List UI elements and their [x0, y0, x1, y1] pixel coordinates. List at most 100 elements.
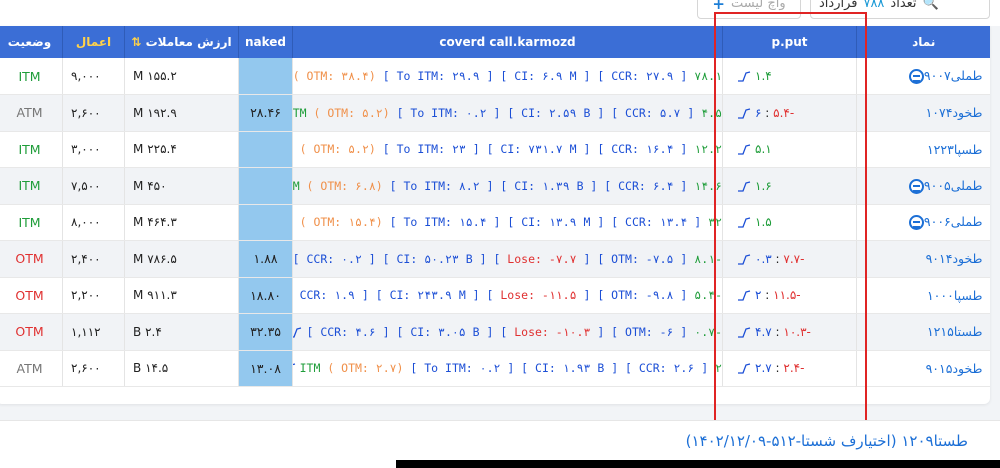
pput-cell: ۱.۴	[722, 58, 857, 95]
pput-cell: -۱۰.۳ : ۴.۷	[722, 313, 857, 351]
header-pput[interactable]: p.put	[722, 26, 857, 58]
pput-secondary: ۴.۷	[755, 324, 772, 339]
symbol-cell[interactable]: طملی۹۰۰۶	[856, 204, 990, 241]
plus-icon: +	[712, 0, 725, 13]
database-add-icon[interactable]	[908, 69, 924, 84]
covered-call-segment: OTM: ۳۸.۴	[306, 69, 369, 83]
mini-chart-icon[interactable]	[293, 363, 296, 374]
covered-call-cell: ۱۲.۲ ITM ( OTM: ۵.۲) [ To ITM: ۲۳ ] [ CI…	[292, 131, 723, 168]
table-row[interactable]: طسپا۱۲۲۳ ۵.۱ ۱۲.۲ ITM ( OTM: ۵.۲) [ To ITM…	[0, 131, 990, 168]
symbol-cell[interactable]: طسپا۱۰۰۰	[856, 277, 990, 314]
trade-value-cell: ۴۶۴.۳ M	[124, 204, 239, 241]
covered-call-segment: [ OTM: -۹.۸ ] [	[576, 288, 688, 303]
symbol-text[interactable]: طخود۹۰۱۵	[926, 361, 983, 376]
naked-cell	[238, 58, 293, 95]
pput-cell: -۲.۴ : ۲.۷	[722, 350, 857, 387]
symbol-text[interactable]: طسپا۱۰۰۰	[927, 288, 983, 303]
table-row[interactable]: طملی۹۰۰۶ ۱.۵ ۳۲ ITM ( OTM: ۱۵.۴) [ To ITM:…	[0, 204, 990, 241]
options-table: نماد p.put coverd call.karmozd naked ارز…	[0, 26, 990, 387]
contracts-label: قرارداد	[819, 0, 858, 11]
trade-value-cell: ۷۸۶.۵ M	[124, 240, 239, 278]
covered-call-segment: ( OTM: ۵.۲)	[292, 142, 383, 157]
symbol-cell[interactable]: طخود۱۰۷۴	[856, 94, 990, 132]
naked-cell: ۲۸.۴۶	[238, 94, 293, 132]
pput-cell: ۵.۱	[722, 131, 857, 168]
covered-call-cell: -۵.۴ [ OTM: -۹.۸ ] [ Lose: -۱۱.۵ ] [ CI:…	[292, 277, 723, 314]
mini-chart-icon[interactable]	[737, 254, 751, 265]
symbol-text[interactable]: طسپا۱۲۲۳	[927, 142, 983, 157]
mini-chart-icon[interactable]	[737, 108, 751, 119]
database-add-icon[interactable]	[908, 178, 924, 194]
table-row[interactable]: طخود۱۰۷۴ -۵.۴ : ۶۴.۵ ITM ( OTM: ۵.۲) [ To…	[0, 94, 990, 132]
database-add-icon[interactable]	[908, 215, 924, 231]
symbol-cell[interactable]: طخود۹۰۱۵	[856, 350, 990, 387]
symbol-text[interactable]: طخود۱۰۷۴	[926, 105, 983, 120]
status-cell: OTM	[0, 313, 63, 351]
covered-call-segment: ( OTM: ۲.۷)	[320, 361, 411, 376]
symbol-text[interactable]: طملی۹۰۰۷	[924, 68, 983, 83]
symbol-text[interactable]: طستا۱۲۱۵	[927, 324, 983, 339]
header-trade-value[interactable]: ارزش معاملات ⇅	[124, 26, 239, 58]
table-row[interactable]: طخود۹۰۱۴ -۷.۷ : ۰.۳ -۸.۱ [ OTM: -۷.۵ ] [ L…	[0, 240, 990, 278]
covered-call-segment: [ To ITM: ۰.۲ ] [ CI: ۱.۹۳ B ] [ CCR: ۲.…	[410, 361, 709, 376]
mini-chart-icon[interactable]	[737, 181, 751, 192]
symbol-cell[interactable]: طسپا۱۲۲۳	[856, 131, 990, 168]
pput-cell: ۱.۵	[722, 204, 857, 241]
status-cell: ATM	[0, 350, 63, 387]
symbol-cell[interactable]: طستا۱۲۱۵	[856, 313, 990, 351]
header-trade-value-label: ارزش معاملات	[145, 35, 232, 49]
option-title[interactable]: طستا۱۲۰۹ (اختیارف شستا-۵۱۲-۱۴۰۲/۱۲/۰۹)	[686, 432, 968, 450]
mini-chart-icon[interactable]	[293, 327, 303, 338]
mini-chart-icon[interactable]	[737, 144, 751, 155]
strike-cell: ۸,۰۰۰	[62, 204, 125, 241]
covered-call-segment: Lose: -۱۱.۵	[500, 288, 577, 303]
covered-call-cell: ۷۸.۱ ITM ( OTM: ۳۸.۴) [ To ITM: ۲۹.۹ ] […	[292, 58, 723, 95]
covered-call-cell: ۳۲ ITM ( OTM: ۱۵.۴) [ To ITM: ۱۵.۴ ] [ C…	[292, 204, 723, 241]
header-symbol[interactable]: نماد	[856, 26, 990, 58]
count-label: تعداد	[890, 0, 917, 11]
trade-value-cell: ۹۱۱.۳ M	[124, 277, 239, 314]
symbol-text[interactable]: طخود۹۰۱۴	[926, 251, 983, 266]
table-row[interactable]: طسپا۱۰۰۰ -۱۱.۵ : ۲ -۵.۴ [ OTM: -۹.۸ ] [ Lo…	[0, 277, 990, 314]
header-covered-call[interactable]: coverd call.karmozd	[292, 26, 723, 58]
naked-cell	[238, 131, 293, 168]
symbol-cell[interactable]: طملی۹۰۰۷	[856, 58, 990, 95]
table-row[interactable]: طملی۹۰۰۷ ۱.۴ ۷۸.۱ ITM ( OTM: ۳۸.۴) [ To IT…	[0, 58, 990, 95]
contracts-count-button[interactable]: 🔍 تعداد ۷۸۸ قرارداد	[810, 0, 990, 19]
header-strike[interactable]: اعمال	[62, 26, 125, 58]
status-cell: OTM	[0, 277, 63, 314]
covered-call-segment: ] [ CI: ۳.۰۵ B ] [ CCR: ۴.۶ ]	[306, 324, 515, 339]
mini-chart-icon[interactable]	[737, 327, 751, 338]
table-row[interactable]: طملی۹۰۰۵ ۱.۶ ۱۴.۶ ITM ( OTM: ۶.۸) [ To ITM…	[0, 167, 990, 205]
covered-call-segment: -۰.۷	[687, 324, 722, 339]
table-row[interactable]: طخود۹۰۱۵ -۲.۴ : ۲.۷ ۲ ITM ( OTM: ۲.۷) [ To…	[0, 350, 990, 387]
mini-chart-icon[interactable]	[737, 290, 751, 301]
watchlist-label: واچ لیست	[730, 0, 786, 11]
naked-cell: ۱۸.۸۰	[238, 277, 293, 314]
mini-chart-icon[interactable]	[737, 71, 751, 82]
watchlist-button[interactable]: + واچ لیست	[697, 0, 801, 19]
status-cell: ITM	[0, 204, 63, 241]
pput-value: ۵.۱	[755, 142, 772, 157]
strike-cell: ۲,۴۰۰	[62, 240, 125, 278]
symbol-text[interactable]: طملی۹۰۰۶	[924, 214, 983, 229]
mini-chart-icon[interactable]	[737, 363, 751, 374]
symbol-text[interactable]: طملی۹۰۰۵	[924, 178, 983, 193]
strike-cell: ۲,۶۰۰	[62, 94, 125, 132]
header-naked[interactable]: naked	[238, 26, 293, 58]
header-status[interactable]: وضعیت	[0, 26, 63, 58]
symbol-cell[interactable]: طملی۹۰۰۵	[856, 167, 990, 205]
covered-call-cell: ۴.۵ ITM ( OTM: ۵.۲) [ To ITM: ۰.۲ ] [ CI…	[292, 94, 723, 132]
symbol-cell[interactable]: طخود۹۰۱۴	[856, 240, 990, 278]
strike-cell: ۲,۲۰۰	[62, 277, 125, 314]
mini-chart-icon[interactable]	[737, 217, 751, 228]
covered-call-segment: ] [ CI: ۵۰.۲۳ B ] [ CCR: ۰.۲ ]	[292, 251, 508, 266]
covered-call-cell: -۸.۱ [ OTM: -۷.۵ ] [ Lose: -۷.۷ ] [ CI: …	[292, 240, 723, 278]
top-toolbar: + واچ لیست 🔍 تعداد ۷۸۸ قرارداد	[0, 0, 1000, 26]
sort-icon: ⇅	[131, 35, 142, 49]
pput-value: ۱.۶	[755, 178, 772, 193]
covered-call-segment: ] [ CI: ۲۴۳.۹ M ] [ CCR: ۱.۹ ]	[294, 288, 494, 303]
table-row[interactable]: طستا۱۲۱۵ -۱۰.۳ : ۴.۷ -۰.۷ [ OTM: -۶ ] [ Lo…	[0, 313, 990, 351]
status-cell: ITM	[0, 131, 63, 168]
pput-value: -۱۰.۳	[783, 324, 811, 339]
